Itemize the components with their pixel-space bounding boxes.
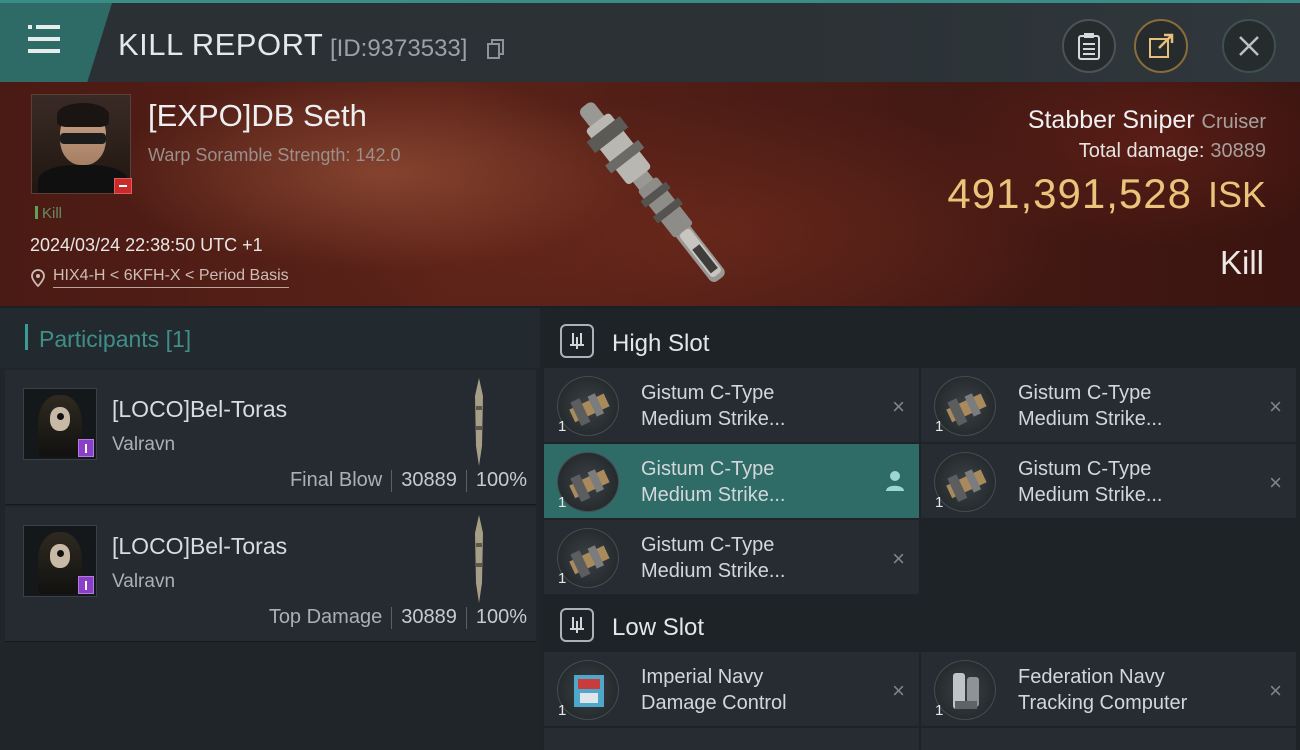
high-slot-header: High Slot [540, 312, 1300, 370]
module-name: Gistum C-Type Medium Strike... [641, 534, 786, 582]
participant-ship-icon [475, 378, 483, 466]
share-button[interactable] [1134, 19, 1188, 73]
module-qty: 1 [935, 702, 944, 719]
menu-button[interactable] [0, 3, 112, 82]
module-item[interactable]: 1 Gistum C-Type Medium Strike... × [921, 368, 1296, 442]
module-qty: 1 [558, 702, 567, 719]
participant-stats: Final Blow 30889 100% [290, 469, 527, 492]
participant-damage: 30889 [401, 469, 457, 491]
module-item[interactable]: 1 Gistum C-Type Medium Strike... × [921, 444, 1296, 518]
participants-count: [1] [165, 326, 192, 352]
report-id: [ID:9373533] [330, 35, 468, 62]
module-qty: 1 [935, 494, 944, 511]
participants-panel: Participants [1] [LOCO]Bel-Toras Valravn… [0, 308, 540, 750]
ship-class: Cruiser [1201, 111, 1266, 133]
participant-ship-icon [475, 515, 483, 603]
module-qty: 1 [558, 570, 567, 587]
participant-damage: 30889 [401, 606, 457, 628]
avatar[interactable] [23, 525, 97, 597]
isk-unit: ISK [1207, 174, 1266, 215]
victim-ship[interactable]: Stabber Sniper Cruiser [1028, 106, 1266, 135]
total-damage-value: 30889 [1210, 140, 1266, 162]
module-item[interactable]: 1 Gistum C-Type Medium Strike... × [544, 520, 919, 594]
low-slot-icon [560, 608, 594, 642]
location-text[interactable]: HIX4-H < 6KFH-X < Period Basis [53, 267, 289, 288]
high-slot-icon [560, 324, 594, 358]
close-button[interactable] [1222, 19, 1276, 73]
avatar[interactable] [23, 388, 97, 460]
high-slot-title: High Slot [612, 330, 710, 357]
victim-ship-image [579, 102, 725, 282]
participant-stats: Top Damage 30889 100% [269, 606, 527, 629]
copy-icon[interactable] [487, 39, 505, 59]
victim-name[interactable]: [EXPO]DB Seth [148, 98, 367, 134]
menu-icon [28, 25, 60, 53]
share-icon [1149, 33, 1174, 58]
destroyed-icon: × [1269, 394, 1282, 419]
ship-name: Stabber Sniper [1027, 106, 1195, 134]
total-damage-label: Total damage: [1078, 140, 1205, 162]
kill-tag: Kill [35, 205, 62, 222]
module-qty: 1 [935, 418, 944, 435]
low-slot-title: Low Slot [612, 614, 705, 641]
participants-header: Participants [1] [0, 308, 540, 368]
module-name: Gistum C-Type Medium Strike... [1018, 458, 1163, 506]
module-item[interactable]: 1 Imperial Navy Damage Control × [544, 652, 919, 726]
isk-value: 491,391,528 [947, 170, 1192, 217]
module-item[interactable] [544, 728, 919, 750]
module-item[interactable]: 1 Gistum C-Type Medium Strike... × [544, 368, 919, 442]
kill-location[interactable]: HIX4-H < 6KFH-X < Period Basis [31, 267, 289, 288]
kill-timestamp: 2024/03/24 22:38:50 UTC +1 [30, 235, 263, 255]
page-title: KILL REPORT [118, 27, 324, 62]
fitting-panel: High Slot 1 Gistum C-Type Medium Strike..… [540, 308, 1300, 750]
location-pin-icon [31, 268, 45, 287]
total-damage: Total damage: 30889 [1079, 140, 1266, 163]
module-name: Gistum C-Type Medium Strike... [1018, 382, 1163, 430]
module-name: Gistum C-Type Medium Strike... [641, 382, 786, 430]
participants-title: Participants [1] [39, 326, 192, 352]
result-label: Kill [1219, 244, 1264, 281]
dropped-person-icon [886, 471, 904, 491]
corp-badge-icon [78, 439, 94, 457]
module-qty: 1 [558, 418, 567, 435]
title-bar: KILL REPORT [ID:9373533] [0, 0, 1300, 82]
participant-row[interactable]: [LOCO]Bel-Toras Valravn Final Blow 30889… [5, 370, 536, 505]
low-slot-header: Low Slot [540, 596, 1300, 654]
clipboard-icon [1078, 33, 1100, 60]
destroyed-icon: × [892, 546, 905, 571]
module-name: Gistum C-Type Medium Strike... [641, 458, 786, 506]
victim-banner: [EXPO]DB Seth Warp Soramble Strength: 14… [0, 82, 1300, 306]
participant-role: Top Damage [268, 606, 383, 628]
module-item[interactable] [921, 728, 1296, 750]
module-name: Federation Navy Tracking Computer [1018, 666, 1188, 714]
destroyed-icon: × [892, 394, 905, 419]
participant-ship: Valravn [112, 434, 176, 455]
participant-percent: 100% [475, 469, 527, 491]
module-item[interactable]: 1 Federation Navy Tracking Computer × [921, 652, 1296, 726]
destroyed-icon: × [1269, 470, 1282, 495]
warp-scramble-strength: Warp Soramble Strength: 142.0 [148, 145, 401, 165]
corp-badge-icon [78, 576, 94, 594]
clipboard-button[interactable] [1062, 19, 1116, 73]
close-icon [1239, 36, 1259, 56]
destroyed-icon: × [892, 678, 905, 703]
hostile-flag-icon [114, 178, 132, 194]
participant-role: Final Blow [289, 469, 383, 491]
module-name: Imperial Navy Damage Control [641, 666, 787, 714]
participant-percent: 100% [475, 606, 527, 628]
participant-row[interactable]: [LOCO]Bel-Toras Valravn Top Damage 30889… [5, 507, 536, 642]
participant-ship: Valravn [112, 571, 176, 592]
module-qty: 1 [558, 494, 567, 511]
module-item[interactable]: 1 Gistum C-Type Medium Strike... [544, 444, 919, 518]
destroyed-icon: × [1269, 678, 1282, 703]
participant-name[interactable]: [LOCO]Bel-Toras [112, 396, 287, 423]
participant-name[interactable]: [LOCO]Bel-Toras [112, 533, 287, 560]
